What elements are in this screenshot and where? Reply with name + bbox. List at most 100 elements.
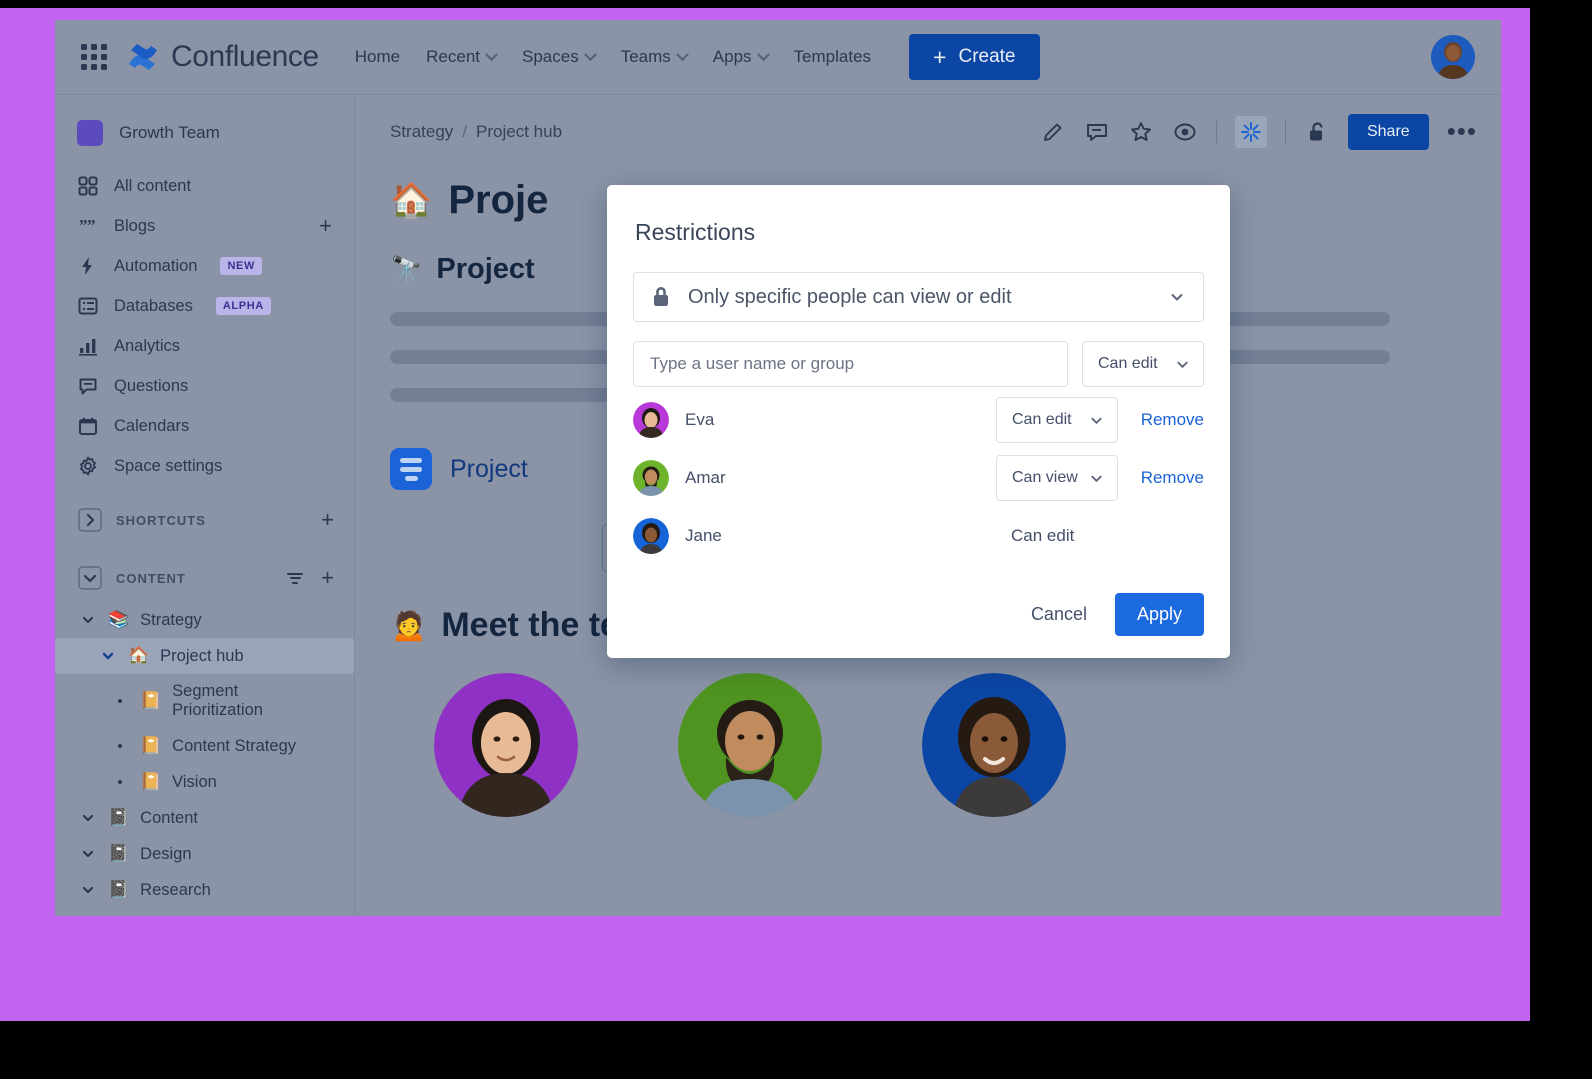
filter-icon[interactable] [287, 572, 304, 584]
tree-item-project-hub[interactable]: 🏠 Project hub [55, 638, 354, 674]
nav-link-apps-label: Apps [712, 47, 752, 66]
user-role-static: Can edit [1011, 526, 1075, 545]
modal-footer: Cancel Apply [1017, 593, 1204, 636]
permission-level-select[interactable]: Only specific people can view or edit [633, 272, 1204, 322]
user-search-input[interactable] [633, 341, 1068, 387]
default-role-select[interactable]: Can edit [1082, 341, 1204, 387]
nav-link-recent[interactable]: Recent [426, 47, 498, 67]
tree-item-strategy[interactable]: 📚 Strategy [55, 602, 354, 638]
tree-item-vision[interactable]: • 📔 Vision [55, 764, 354, 800]
avatar [633, 402, 669, 438]
breadcrumb-item-project-hub[interactable]: Project hub [476, 122, 562, 142]
sidebar-item-all-content[interactable]: All content [55, 166, 354, 206]
sidebar-item-automation[interactable]: Automation NEW [55, 246, 354, 286]
tree-item-design[interactable]: 📓 Design [55, 836, 354, 872]
blogs-quote-icon: ”” [77, 215, 99, 237]
create-button[interactable]: + Create [909, 34, 1040, 80]
top-navigation-bar: Confluence Home Recent Spaces Teams Apps… [55, 20, 1501, 95]
share-button[interactable]: Share [1347, 114, 1429, 150]
default-role-label: Can edit [1098, 355, 1158, 372]
sidebar-section-shortcuts[interactable]: SHORTCUTS + [55, 496, 354, 544]
sidebar-item-analytics[interactable]: Analytics [55, 326, 354, 366]
nav-link-home[interactable]: Home [355, 47, 400, 67]
more-options-icon[interactable]: ••• [1447, 119, 1477, 144]
tree-item-emoji: 📔 [140, 772, 162, 791]
restriction-user-name: Eva [685, 410, 715, 429]
nav-link-apps[interactable]: Apps [712, 47, 770, 67]
bullet-icon: • [117, 737, 123, 755]
restriction-user-name: Amar [685, 468, 726, 487]
team-avatar-3-photo [922, 673, 1066, 817]
add-content-button[interactable]: + [321, 567, 334, 589]
space-header[interactable]: Growth Team [55, 112, 354, 166]
chevron-down-icon[interactable] [79, 613, 97, 627]
grid-apps-icon[interactable] [81, 44, 107, 70]
nav-link-templates[interactable]: Templates [794, 47, 871, 67]
chevron-down-icon[interactable] [79, 847, 97, 861]
lock-unlocked-icon[interactable] [1304, 119, 1330, 145]
sidebar-item-databases[interactable]: Databases ALPHA [55, 286, 354, 326]
document-icon [390, 448, 432, 490]
team-avatar-1[interactable] [434, 673, 578, 817]
team-avatar-list [356, 645, 1501, 817]
share-button-label: Share [1366, 123, 1410, 140]
edit-pencil-icon[interactable] [1040, 119, 1066, 145]
tree-item-content[interactable]: 📓 Content [55, 800, 354, 836]
sidebar-item-calendars[interactable]: Calendars [55, 406, 354, 446]
team-avatar-2[interactable] [678, 673, 822, 817]
plus-icon: + [933, 43, 947, 70]
sidebar-item-questions[interactable]: Questions [55, 366, 354, 406]
space-name: Growth Team [119, 123, 220, 142]
chevron-down-icon [675, 47, 689, 61]
content-section-title: CONTENT [116, 570, 186, 586]
confluence-app-window: Confluence Home Recent Spaces Teams Apps… [55, 20, 1501, 916]
watch-eye-icon[interactable] [1172, 119, 1198, 145]
tree-item-research[interactable]: 📓 Research [55, 872, 354, 908]
tree-item-segment-prioritization[interactable]: • 📔 Segment Prioritization [55, 674, 354, 728]
chevron-down-icon [1169, 289, 1185, 305]
chevron-down-icon[interactable] [79, 811, 97, 825]
user-role-select[interactable]: Can edit [996, 397, 1118, 443]
confluence-mark-icon [129, 44, 157, 70]
sidebar-item-blogs[interactable]: ”” Blogs + [55, 206, 354, 246]
analytics-sparkle-icon[interactable] [1234, 116, 1267, 148]
breadcrumb-item-strategy[interactable]: Strategy [390, 122, 453, 142]
sidebar-item-calendars-label: Calendars [114, 416, 190, 435]
profile-avatar[interactable] [1431, 35, 1475, 79]
sidebar-section-content[interactable]: CONTENT + [55, 554, 354, 602]
tree-item-segment-prioritization-label: Segment Prioritization [172, 682, 263, 719]
restriction-user-row: Amar Can view Remove [633, 453, 1204, 503]
tree-item-emoji: 📔 [140, 691, 162, 710]
confluence-logo[interactable]: Confluence [127, 40, 319, 74]
comment-icon[interactable] [1084, 119, 1110, 145]
toolbar-divider [1284, 121, 1286, 143]
apply-button[interactable]: Apply [1114, 593, 1204, 636]
databases-badge: ALPHA [215, 297, 271, 315]
nav-link-teams[interactable]: Teams [621, 47, 689, 67]
questions-chat-icon [77, 375, 99, 397]
avatar-photo [1431, 35, 1475, 79]
chevron-down-icon[interactable] [79, 883, 97, 897]
create-button-label: Create [958, 46, 1016, 67]
add-shortcut-button[interactable]: + [321, 509, 334, 531]
nav-links: Home Recent Spaces Teams Apps Templates [355, 47, 871, 67]
remove-user-button[interactable]: Remove [1118, 468, 1204, 488]
team-avatar-2-photo [678, 673, 822, 817]
sidebar-item-questions-label: Questions [114, 376, 189, 395]
add-blog-button[interactable]: + [319, 215, 332, 237]
chevron-down-icon[interactable] [77, 565, 103, 591]
restriction-user-row: Eva Can edit Remove [633, 395, 1204, 445]
cancel-button[interactable]: Cancel [1017, 594, 1101, 635]
chevron-down-icon[interactable] [99, 649, 117, 663]
team-avatar-3[interactable] [922, 673, 1066, 817]
user-role-select[interactable]: Can view [996, 455, 1118, 501]
add-user-row: Can edit [633, 341, 1204, 387]
tree-item-design-label: Design [140, 844, 192, 863]
sidebar-item-space-settings[interactable]: Space settings [55, 446, 354, 486]
tree-item-content-strategy[interactable]: • 📔 Content Strategy [55, 728, 354, 764]
remove-user-button[interactable]: Remove [1118, 410, 1204, 430]
chevron-right-icon[interactable] [77, 507, 103, 533]
all-content-icon [77, 175, 99, 197]
star-icon[interactable] [1128, 119, 1154, 145]
nav-link-spaces[interactable]: Spaces [522, 47, 597, 67]
